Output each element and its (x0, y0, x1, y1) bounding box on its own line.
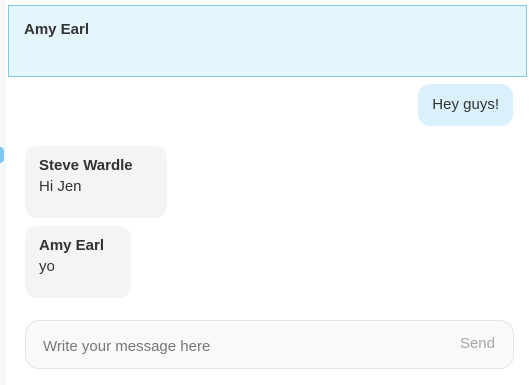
outgoing-message: Hey guys! (418, 84, 513, 126)
message-text: yo (39, 258, 55, 275)
conversation-list-edge (0, 0, 6, 385)
message-text: Hey guys! (432, 96, 499, 113)
chat-title: Amy Earl (24, 21, 90, 38)
message-composer: Send (25, 320, 514, 369)
incoming-message: Steve Wardle Hi Jen (25, 146, 167, 218)
send-button[interactable]: Send (460, 335, 495, 352)
unread-indicator (0, 147, 4, 163)
chat-header: Amy Earl (8, 5, 527, 77)
incoming-message: Amy Earl yo (25, 226, 131, 298)
chat-window: Amy Earl Hey guys! Steve Wardle Hi Jen A… (0, 0, 529, 385)
message-sender: Steve Wardle (39, 157, 133, 174)
message-sender: Amy Earl (39, 237, 105, 254)
message-text: Hi Jen (39, 178, 82, 195)
message-input[interactable] (41, 333, 425, 359)
